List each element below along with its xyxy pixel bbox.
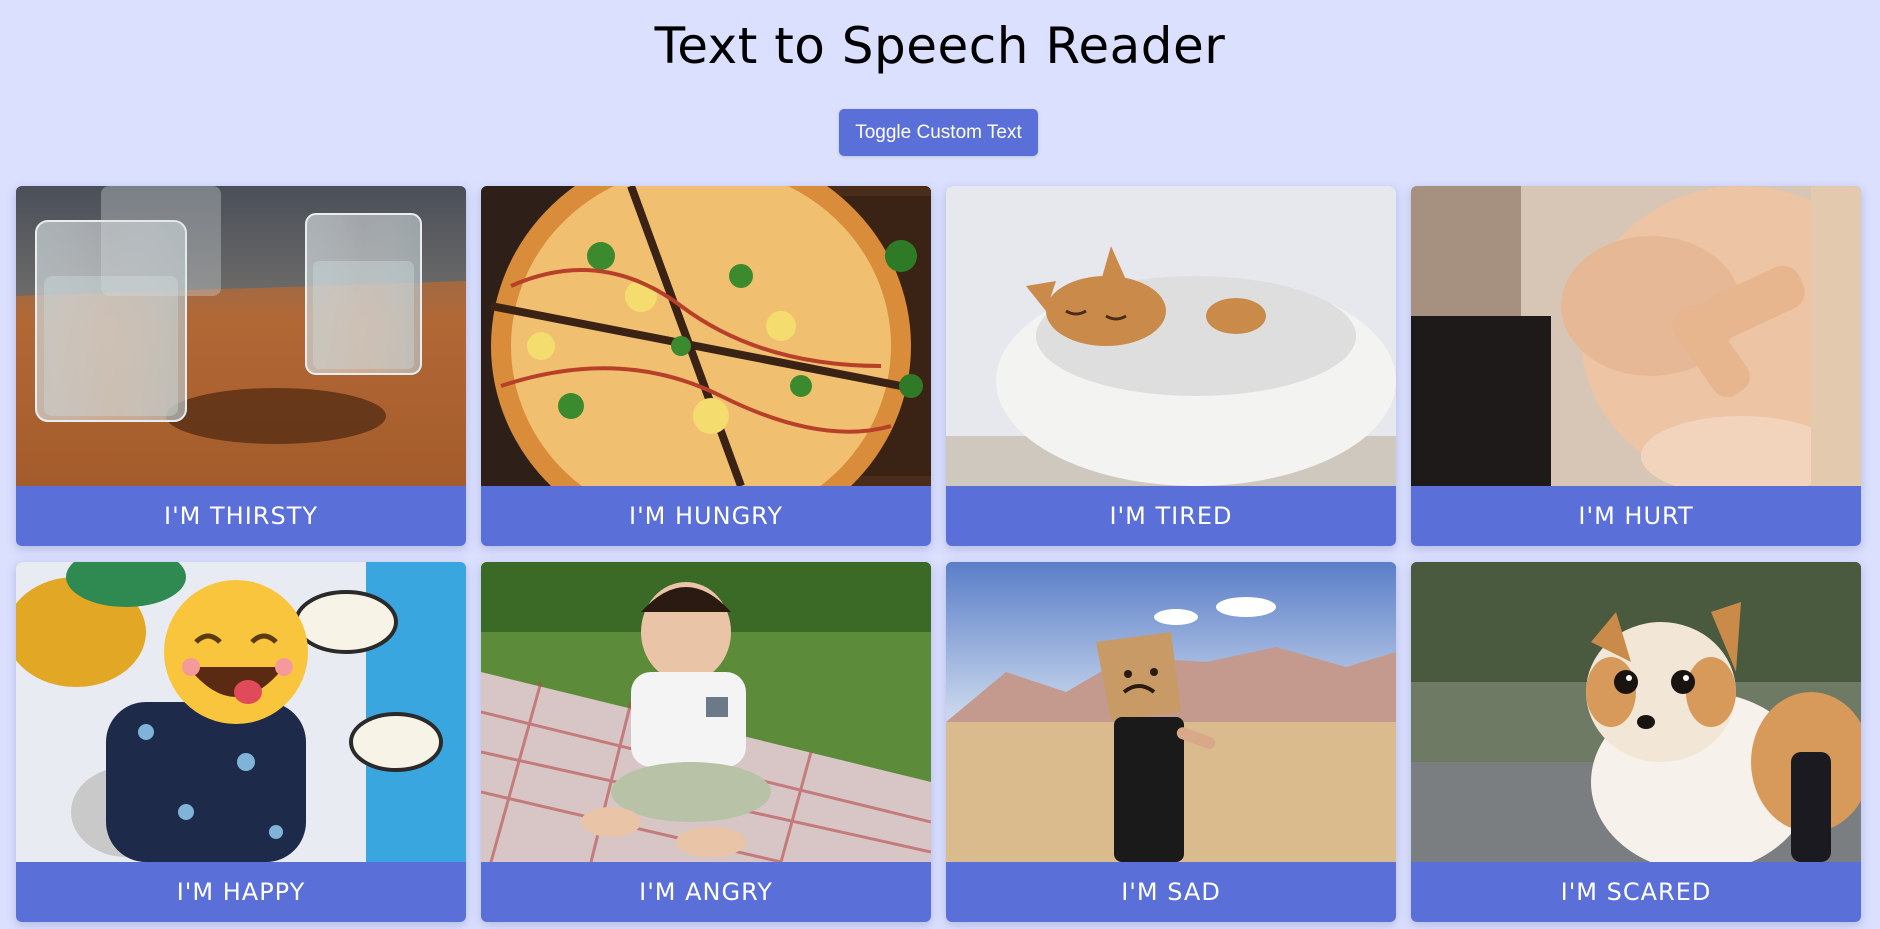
card-label: I'M TIRED [1109,502,1233,530]
card-happy[interactable]: I'M HAPPY [16,562,466,922]
card-label: I'M HURT [1578,502,1694,530]
scared-dog-image [1411,562,1861,862]
card-label: I'M HAPPY [176,878,306,906]
card-sad[interactable]: I'M SAD [946,562,1396,922]
card-angry[interactable]: I'M ANGRY [481,562,931,922]
card-label: I'M SCARED [1560,878,1712,906]
bandage-on-elbow-image [1411,186,1861,486]
card-label: I'M THIRSTY [163,502,319,530]
card-label: I'M HUNGRY [629,502,783,530]
page-title: Text to Speech Reader [654,17,1226,75]
pizza-image [481,186,931,486]
card-scared[interactable]: I'M SCARED [1411,562,1861,922]
toggle-custom-text-button[interactable]: Toggle Custom Text [839,109,1038,156]
paper-bag-sad-face-image [946,562,1396,862]
card-label: I'M ANGRY [639,878,773,906]
sleeping-cat-image [946,186,1396,486]
card-hungry[interactable]: I'M HUNGRY [481,186,931,546]
card-grid: I'M THIRSTY I'M HUNGRY I'M TIRED I'M HUR… [16,186,1861,922]
card-label: I'M SAD [1121,878,1221,906]
grumpy-baby-image [481,562,931,862]
card-thirsty[interactable]: I'M THIRSTY [16,186,466,546]
card-tired[interactable]: I'M TIRED [946,186,1396,546]
smiley-balloon-image [16,562,466,862]
card-hurt[interactable]: I'M HURT [1411,186,1861,546]
glasses-of-water-image [16,186,466,486]
